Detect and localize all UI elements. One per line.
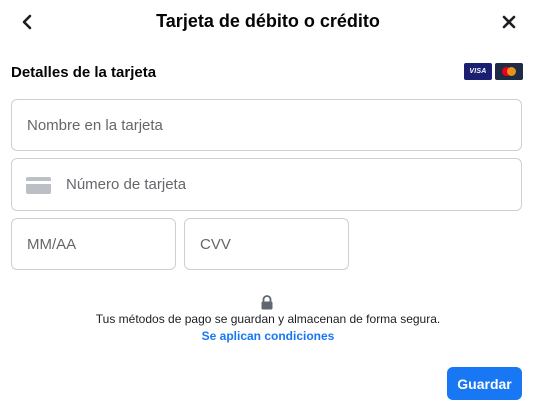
cvv-field[interactable] (184, 218, 349, 270)
cvv-input[interactable] (200, 219, 348, 269)
terms-link[interactable]: Se aplican condiciones (0, 329, 536, 343)
lock-icon (261, 295, 273, 310)
card-stripe (26, 181, 51, 184)
mastercard-circle-yellow (507, 67, 516, 76)
accepted-cards: VISA (464, 63, 523, 80)
secure-storage-message: Tus métodos de pago se guardan y almacen… (95, 312, 441, 326)
visa-logo: VISA (464, 63, 492, 80)
expiry-input[interactable] (27, 219, 175, 269)
card-number-input[interactable] (66, 159, 521, 210)
cardholder-name-field[interactable] (11, 99, 522, 151)
save-button[interactable]: Guardar (447, 367, 522, 400)
close-button[interactable] (496, 9, 522, 35)
mastercard-logo (495, 63, 523, 80)
cardholder-name-input[interactable] (27, 100, 521, 150)
close-icon (502, 15, 516, 29)
dialog-title: Tarjeta de débito o crédito (156, 11, 380, 31)
credit-card-icon (26, 177, 51, 194)
card-number-field[interactable] (11, 158, 522, 211)
expiry-field[interactable] (11, 218, 176, 270)
card-details-heading: Detalles de la tarjeta (11, 64, 157, 81)
